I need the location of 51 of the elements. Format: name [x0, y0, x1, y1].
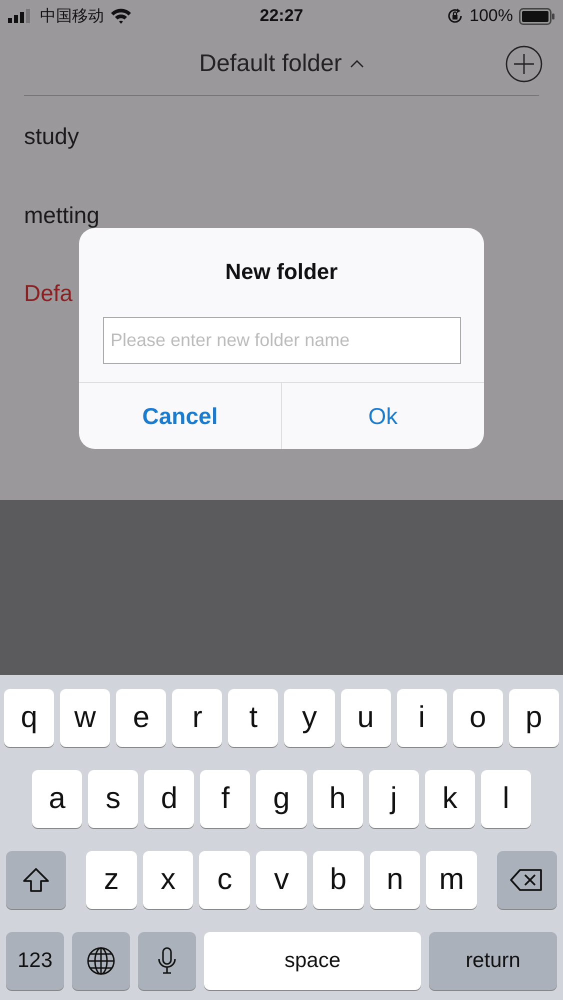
folder-item[interactable]: study: [24, 96, 539, 176]
ok-button[interactable]: Ok: [281, 383, 484, 449]
add-icon[interactable]: [505, 45, 543, 83]
battery-icon: [518, 8, 555, 24]
letter-key[interactable]: s: [88, 770, 138, 828]
clock-time: 22:27: [260, 6, 304, 26]
letter-key[interactable]: y: [284, 689, 335, 747]
letter-key[interactable]: i: [396, 689, 447, 747]
letter-key[interactable]: z: [86, 851, 137, 909]
return-key[interactable]: return: [429, 932, 557, 990]
battery-percent: 100%: [470, 6, 513, 26]
letter-key[interactable]: f: [200, 770, 250, 828]
letter-key[interactable]: e: [116, 689, 166, 747]
letter-key[interactable]: b: [312, 851, 364, 909]
folder-name-field[interactable]: Please enter new folder name: [102, 317, 460, 364]
letter-key[interactable]: k: [424, 770, 475, 828]
carrier-name: 中国移动: [40, 6, 104, 26]
letter-key[interactable]: j: [368, 770, 419, 828]
letter-key[interactable]: m: [426, 851, 478, 909]
letter-key[interactable]: u: [340, 689, 391, 747]
letter-key[interactable]: w: [60, 689, 110, 747]
microphone-icon: [157, 946, 177, 976]
backspace-key[interactable]: [497, 851, 558, 909]
letter-key[interactable]: o: [452, 689, 503, 747]
letter-key[interactable]: v: [256, 851, 307, 909]
shift-key[interactable]: [6, 851, 66, 909]
letter-key[interactable]: q: [4, 689, 54, 747]
letter-key[interactable]: x: [142, 851, 194, 909]
microphone-key[interactable]: [138, 932, 196, 990]
shift-icon: [22, 867, 50, 893]
letter-key[interactable]: h: [312, 770, 363, 828]
rotation-lock-icon: [446, 7, 464, 25]
wifi-icon: [110, 8, 132, 24]
letter-key[interactable]: p: [508, 689, 559, 747]
letter-key[interactable]: t: [228, 689, 278, 747]
letter-key[interactable]: g: [256, 770, 307, 828]
caret-icon[interactable]: [350, 58, 364, 68]
letter-key[interactable]: c: [199, 851, 250, 909]
numbers-key[interactable]: 123: [6, 932, 64, 990]
letter-key[interactable]: n: [370, 851, 420, 909]
globe-key[interactable]: [72, 932, 130, 990]
backspace-icon: [510, 868, 544, 892]
folder-title[interactable]: Default folder: [199, 50, 342, 78]
letter-key[interactable]: a: [32, 770, 82, 828]
letter-key[interactable]: l: [480, 770, 531, 828]
space-key[interactable]: space: [204, 932, 421, 990]
cancel-button[interactable]: Cancel: [79, 383, 281, 449]
globe-icon: [86, 946, 116, 976]
dialog-title: New folder: [224, 258, 339, 286]
letter-key[interactable]: d: [144, 770, 194, 828]
letter-key[interactable]: r: [172, 689, 222, 747]
